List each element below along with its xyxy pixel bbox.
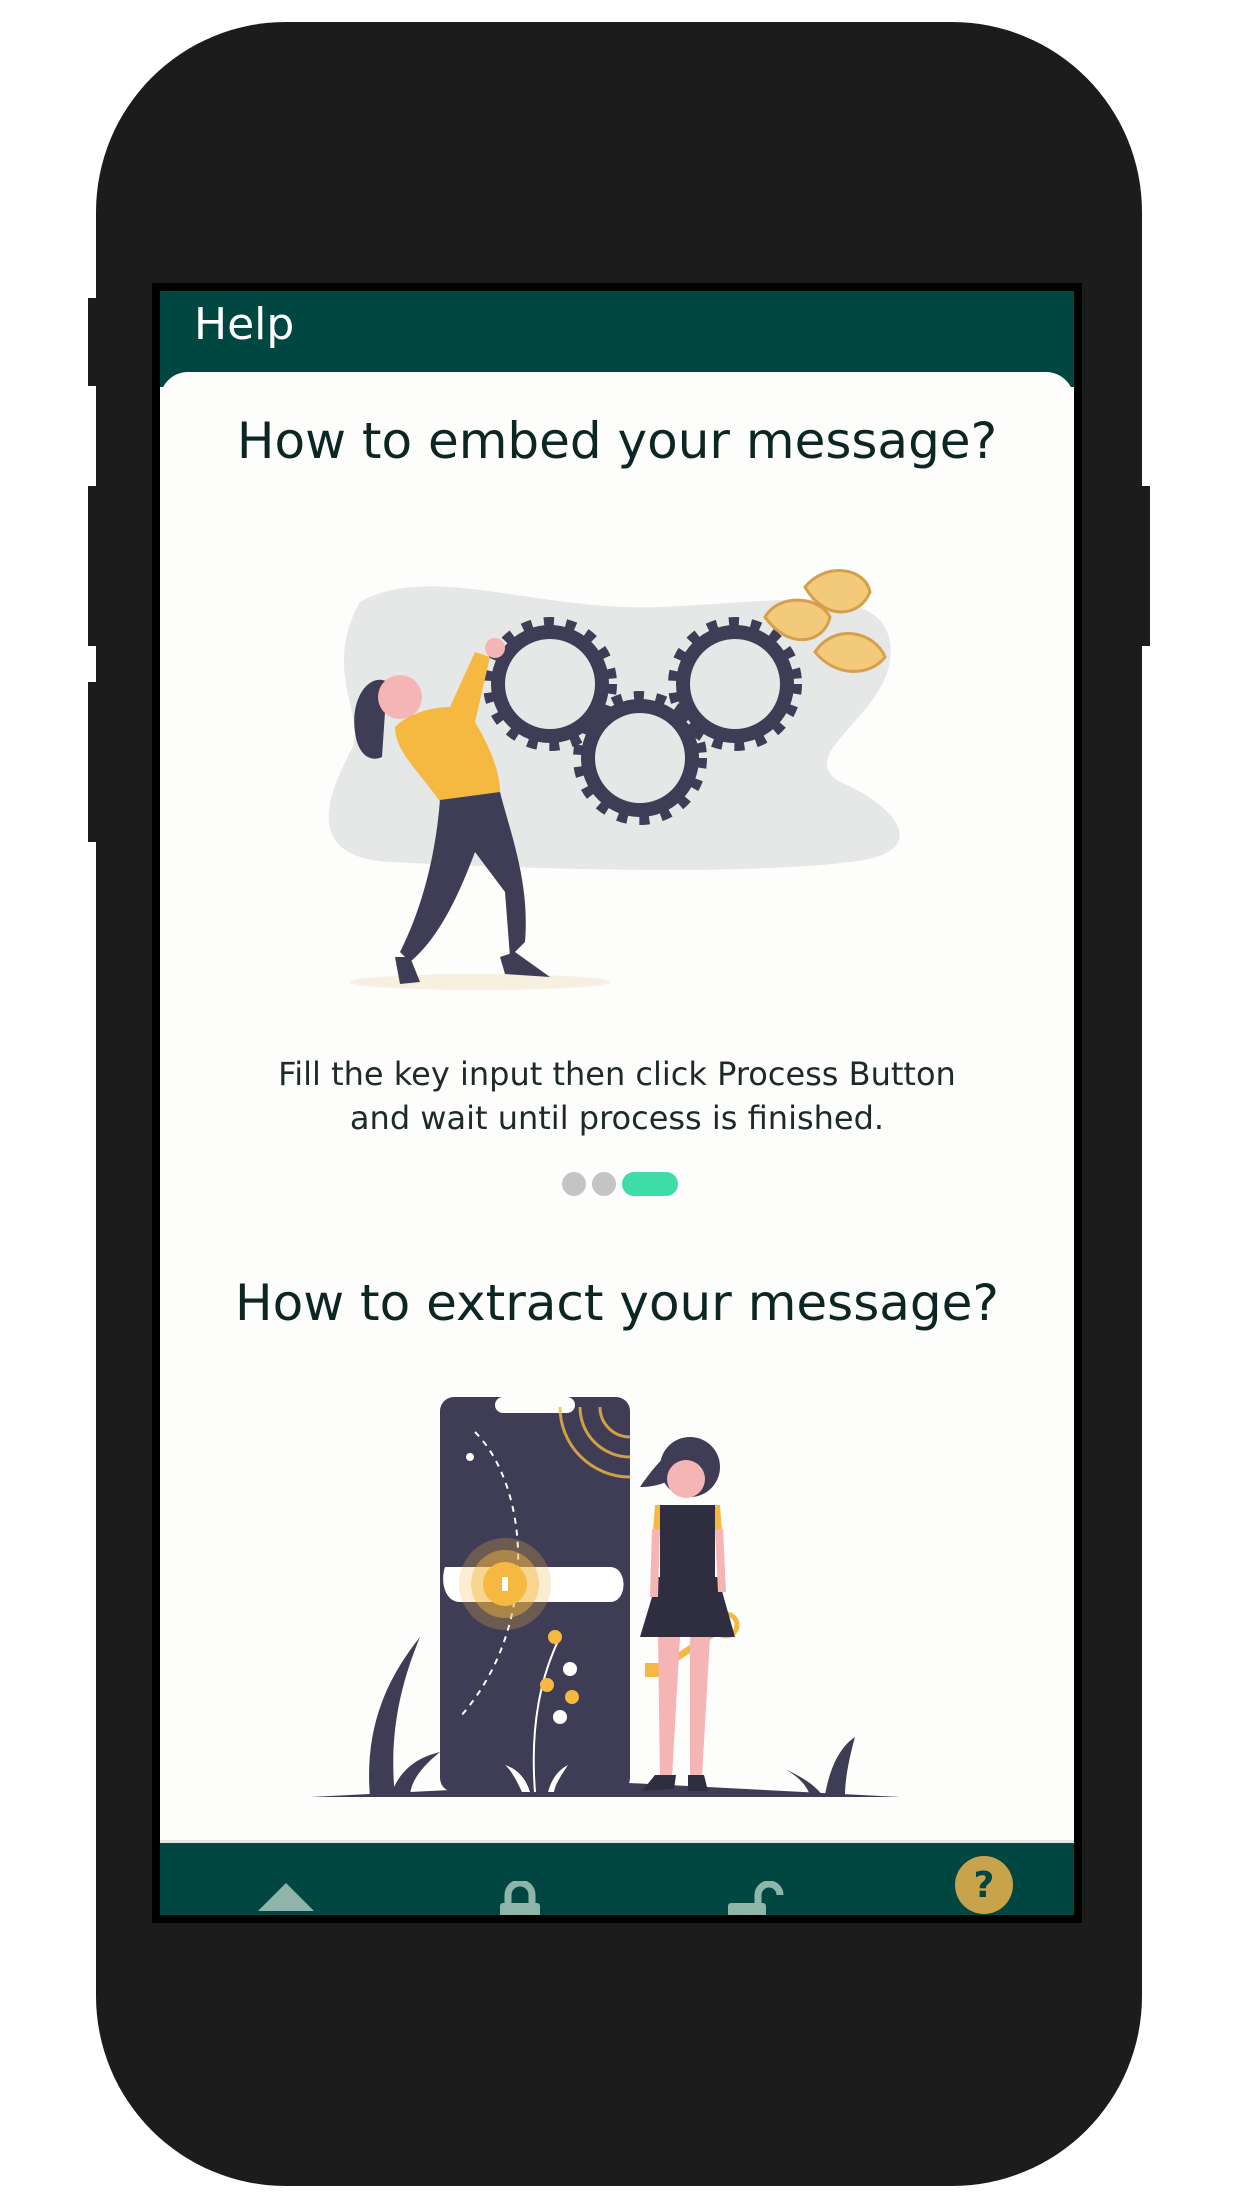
- bottom-navigation: ?: [160, 1840, 1074, 1915]
- carousel-page-indicator: [160, 1172, 1074, 1198]
- phone-screen: Help How to embed your message? Fill the…: [152, 283, 1082, 1923]
- embed-help-description-line: Fill the key input then click Process Bu…: [278, 1055, 956, 1093]
- nav-home[interactable]: [225, 1843, 345, 1915]
- phone-side-button: [88, 682, 100, 842]
- phone-side-button: [88, 298, 100, 386]
- phone-side-button: [1138, 486, 1150, 646]
- svg-text:?: ?: [974, 1865, 995, 1906]
- carousel-dot[interactable]: [562, 1172, 586, 1196]
- carousel-dot-active[interactable]: [622, 1172, 678, 1196]
- carousel-dot[interactable]: [592, 1172, 616, 1196]
- app-bar-title: Help: [194, 299, 295, 350]
- extract-illustration: [310, 1397, 930, 1827]
- embed-illustration: [310, 562, 930, 1012]
- embed-help-description: Fill the key input then click Process Bu…: [200, 1052, 1034, 1140]
- nav-embed[interactable]: [458, 1843, 578, 1915]
- nav-extract[interactable]: [692, 1843, 812, 1915]
- extract-help-heading: How to extract your message?: [235, 1274, 999, 1332]
- lock-icon: [498, 1881, 542, 1915]
- nav-help[interactable]: ?: [926, 1843, 1046, 1915]
- embed-help-description-line: and wait until process is finished.: [349, 1099, 885, 1137]
- unlock-icon: [728, 1881, 784, 1915]
- help-icon: ?: [954, 1855, 1014, 1915]
- embed-help-heading: How to embed your message?: [236, 412, 998, 470]
- help-content[interactable]: How to embed your message? Fill the key …: [160, 372, 1074, 1842]
- app-window: Help How to embed your message? Fill the…: [160, 291, 1074, 1915]
- home-icon: [258, 1883, 314, 1915]
- phone-side-button: [88, 486, 100, 646]
